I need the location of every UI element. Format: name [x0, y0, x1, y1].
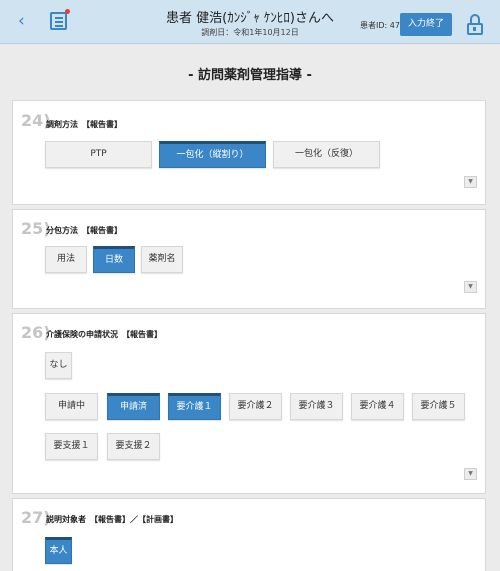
collapse-icon[interactable]: ▼ — [464, 281, 477, 293]
option-care-level-1[interactable]: 要介護１ — [168, 393, 221, 420]
option-unit-dose-repeat[interactable]: 一包化（反復） — [273, 141, 380, 168]
page-title: - 訪問薬剤管理指導 - — [188, 68, 312, 83]
option-patient-self[interactable]: 本人 — [45, 537, 72, 564]
option-support-level-2[interactable]: 要支援２ — [107, 433, 160, 460]
section-label: 介護保険の申請状況 【報告書】 — [46, 330, 162, 339]
option-unit-dose-vertical[interactable]: 一包化（縦割り） — [159, 141, 266, 168]
option-none[interactable]: なし — [45, 352, 72, 379]
option-care-level-5[interactable]: 要介護５ — [412, 393, 465, 420]
option-applying[interactable]: 申請中 — [45, 393, 98, 420]
option-care-level-2[interactable]: 要介護２ — [229, 393, 282, 420]
option-ptp[interactable]: PTP — [45, 141, 152, 168]
section-dispensing-method: 24) 調剤方法 【報告書】 PTP 一包化（縦割り） 一包化（反復） ▼ — [12, 100, 486, 205]
finish-input-button[interactable]: 入力終了 — [400, 13, 452, 36]
option-drug-name[interactable]: 薬剤名 — [141, 246, 183, 273]
option-care-level-4[interactable]: 要介護４ — [351, 393, 404, 420]
app-header: ‹ 患者 健浩(ｶﾝｼﾞｬ ｹﾝﾋﾛ)さんへ 調剤日：令和1年10月12日 患者… — [0, 0, 500, 44]
option-usage[interactable]: 用法 — [45, 246, 87, 273]
unlock-icon[interactable] — [467, 14, 483, 36]
section-label: 説明対象者 【報告書】／【計画書】 — [46, 515, 178, 524]
option-support-level-1[interactable]: 要支援１ — [45, 433, 98, 460]
option-applied[interactable]: 申請済 — [107, 393, 160, 420]
section-label: 分包方法 【報告書】 — [46, 226, 122, 235]
section-label: 調剤方法 【報告書】 — [46, 120, 122, 129]
section-packaging-method: 25) 分包方法 【報告書】 用法 日数 薬剤名 ▼ — [12, 209, 486, 309]
collapse-icon[interactable]: ▼ — [464, 468, 477, 480]
patient-id: 患者ID: 47 — [360, 21, 400, 30]
collapse-icon[interactable]: ▼ — [464, 176, 477, 188]
section-care-insurance: 26) 介護保険の申請状況 【報告書】 なし 申請中 申請済 要介護１ 要介護２… — [12, 313, 486, 494]
option-care-level-3[interactable]: 要介護３ — [290, 393, 343, 420]
section-explanation-target: 27) 説明対象者 【報告書】／【計画書】 本人 — [12, 498, 486, 571]
option-days[interactable]: 日数 — [93, 246, 135, 273]
